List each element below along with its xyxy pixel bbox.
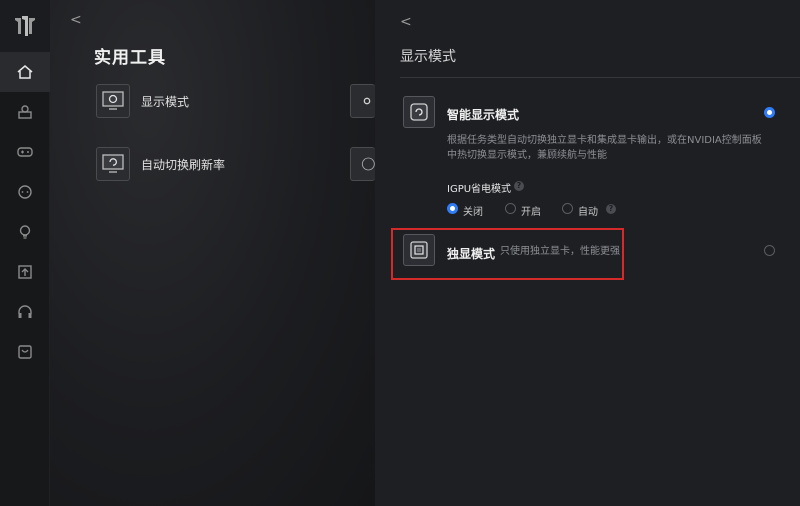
headset-icon bbox=[18, 305, 32, 318]
sidebar-item-store[interactable] bbox=[0, 332, 50, 372]
upload-icon bbox=[18, 265, 32, 279]
igpu-option-auto-label[interactable]: 自动 bbox=[578, 203, 598, 218]
tool-label: 显示模式 bbox=[141, 94, 190, 109]
igpu-option-auto-radio[interactable] bbox=[562, 203, 573, 214]
smart-mode-desc-line1: 根据任务类型自动切换独立显卡和集成显卡输出，或在NVIDIA控制面板 bbox=[447, 135, 762, 146]
divider bbox=[400, 77, 800, 78]
gauge-icon[interactable] bbox=[350, 147, 375, 181]
sidebar-item-chat[interactable] bbox=[0, 172, 50, 212]
highlight-box bbox=[391, 228, 624, 280]
home-icon bbox=[17, 65, 33, 79]
sidebar-item-device[interactable] bbox=[0, 92, 50, 132]
sidebar-item-home[interactable] bbox=[0, 52, 50, 92]
tools-panel: < 实用工具 显示模式 自动切换刷新率 bbox=[50, 0, 375, 506]
monitor-refresh-icon bbox=[96, 147, 130, 181]
store-icon bbox=[18, 345, 32, 359]
igpu-option-off-radio[interactable] bbox=[447, 203, 458, 214]
tool-display-mode[interactable]: 显示模式 bbox=[96, 84, 189, 118]
back-button[interactable]: < bbox=[70, 12, 82, 28]
app-logo bbox=[15, 16, 35, 36]
sidebar-item-audio[interactable] bbox=[0, 292, 50, 332]
chat-icon bbox=[18, 185, 32, 199]
monitor-settings-icon bbox=[96, 84, 130, 118]
smart-mode-radio[interactable] bbox=[764, 107, 775, 118]
smart-display-icon bbox=[403, 96, 435, 128]
back-button[interactable]: < bbox=[400, 14, 412, 30]
panel-title: 显示模式 bbox=[400, 49, 456, 65]
smart-mode-desc-line2: 中热切换显示模式，兼顾续航与性能 bbox=[447, 150, 607, 161]
page-title: 实用工具 bbox=[94, 48, 166, 68]
tool-label: 自动切换刷新率 bbox=[141, 157, 226, 172]
sidebar-item-update[interactable] bbox=[0, 252, 50, 292]
sidebar-item-game[interactable] bbox=[0, 132, 50, 172]
help-icon[interactable]: ? bbox=[606, 204, 616, 214]
device-icon bbox=[18, 105, 32, 119]
sidebar bbox=[0, 0, 50, 506]
igpu-title: IGPU省电模式 bbox=[447, 184, 512, 195]
sidebar-item-light[interactable] bbox=[0, 212, 50, 252]
discrete-mode-radio[interactable] bbox=[764, 245, 775, 256]
help-icon[interactable]: ? bbox=[514, 181, 524, 191]
gear-icon[interactable] bbox=[350, 84, 375, 118]
smart-mode-title: 智能显示模式 bbox=[447, 108, 520, 122]
gamepad-icon bbox=[17, 147, 33, 157]
igpu-option-on-label[interactable]: 开启 bbox=[521, 203, 541, 218]
tool-auto-refresh-rate[interactable]: 自动切换刷新率 bbox=[96, 147, 225, 181]
igpu-option-off-label[interactable]: 关闭 bbox=[463, 203, 483, 218]
bulb-icon bbox=[19, 225, 31, 239]
igpu-option-on-radio[interactable] bbox=[505, 203, 516, 214]
